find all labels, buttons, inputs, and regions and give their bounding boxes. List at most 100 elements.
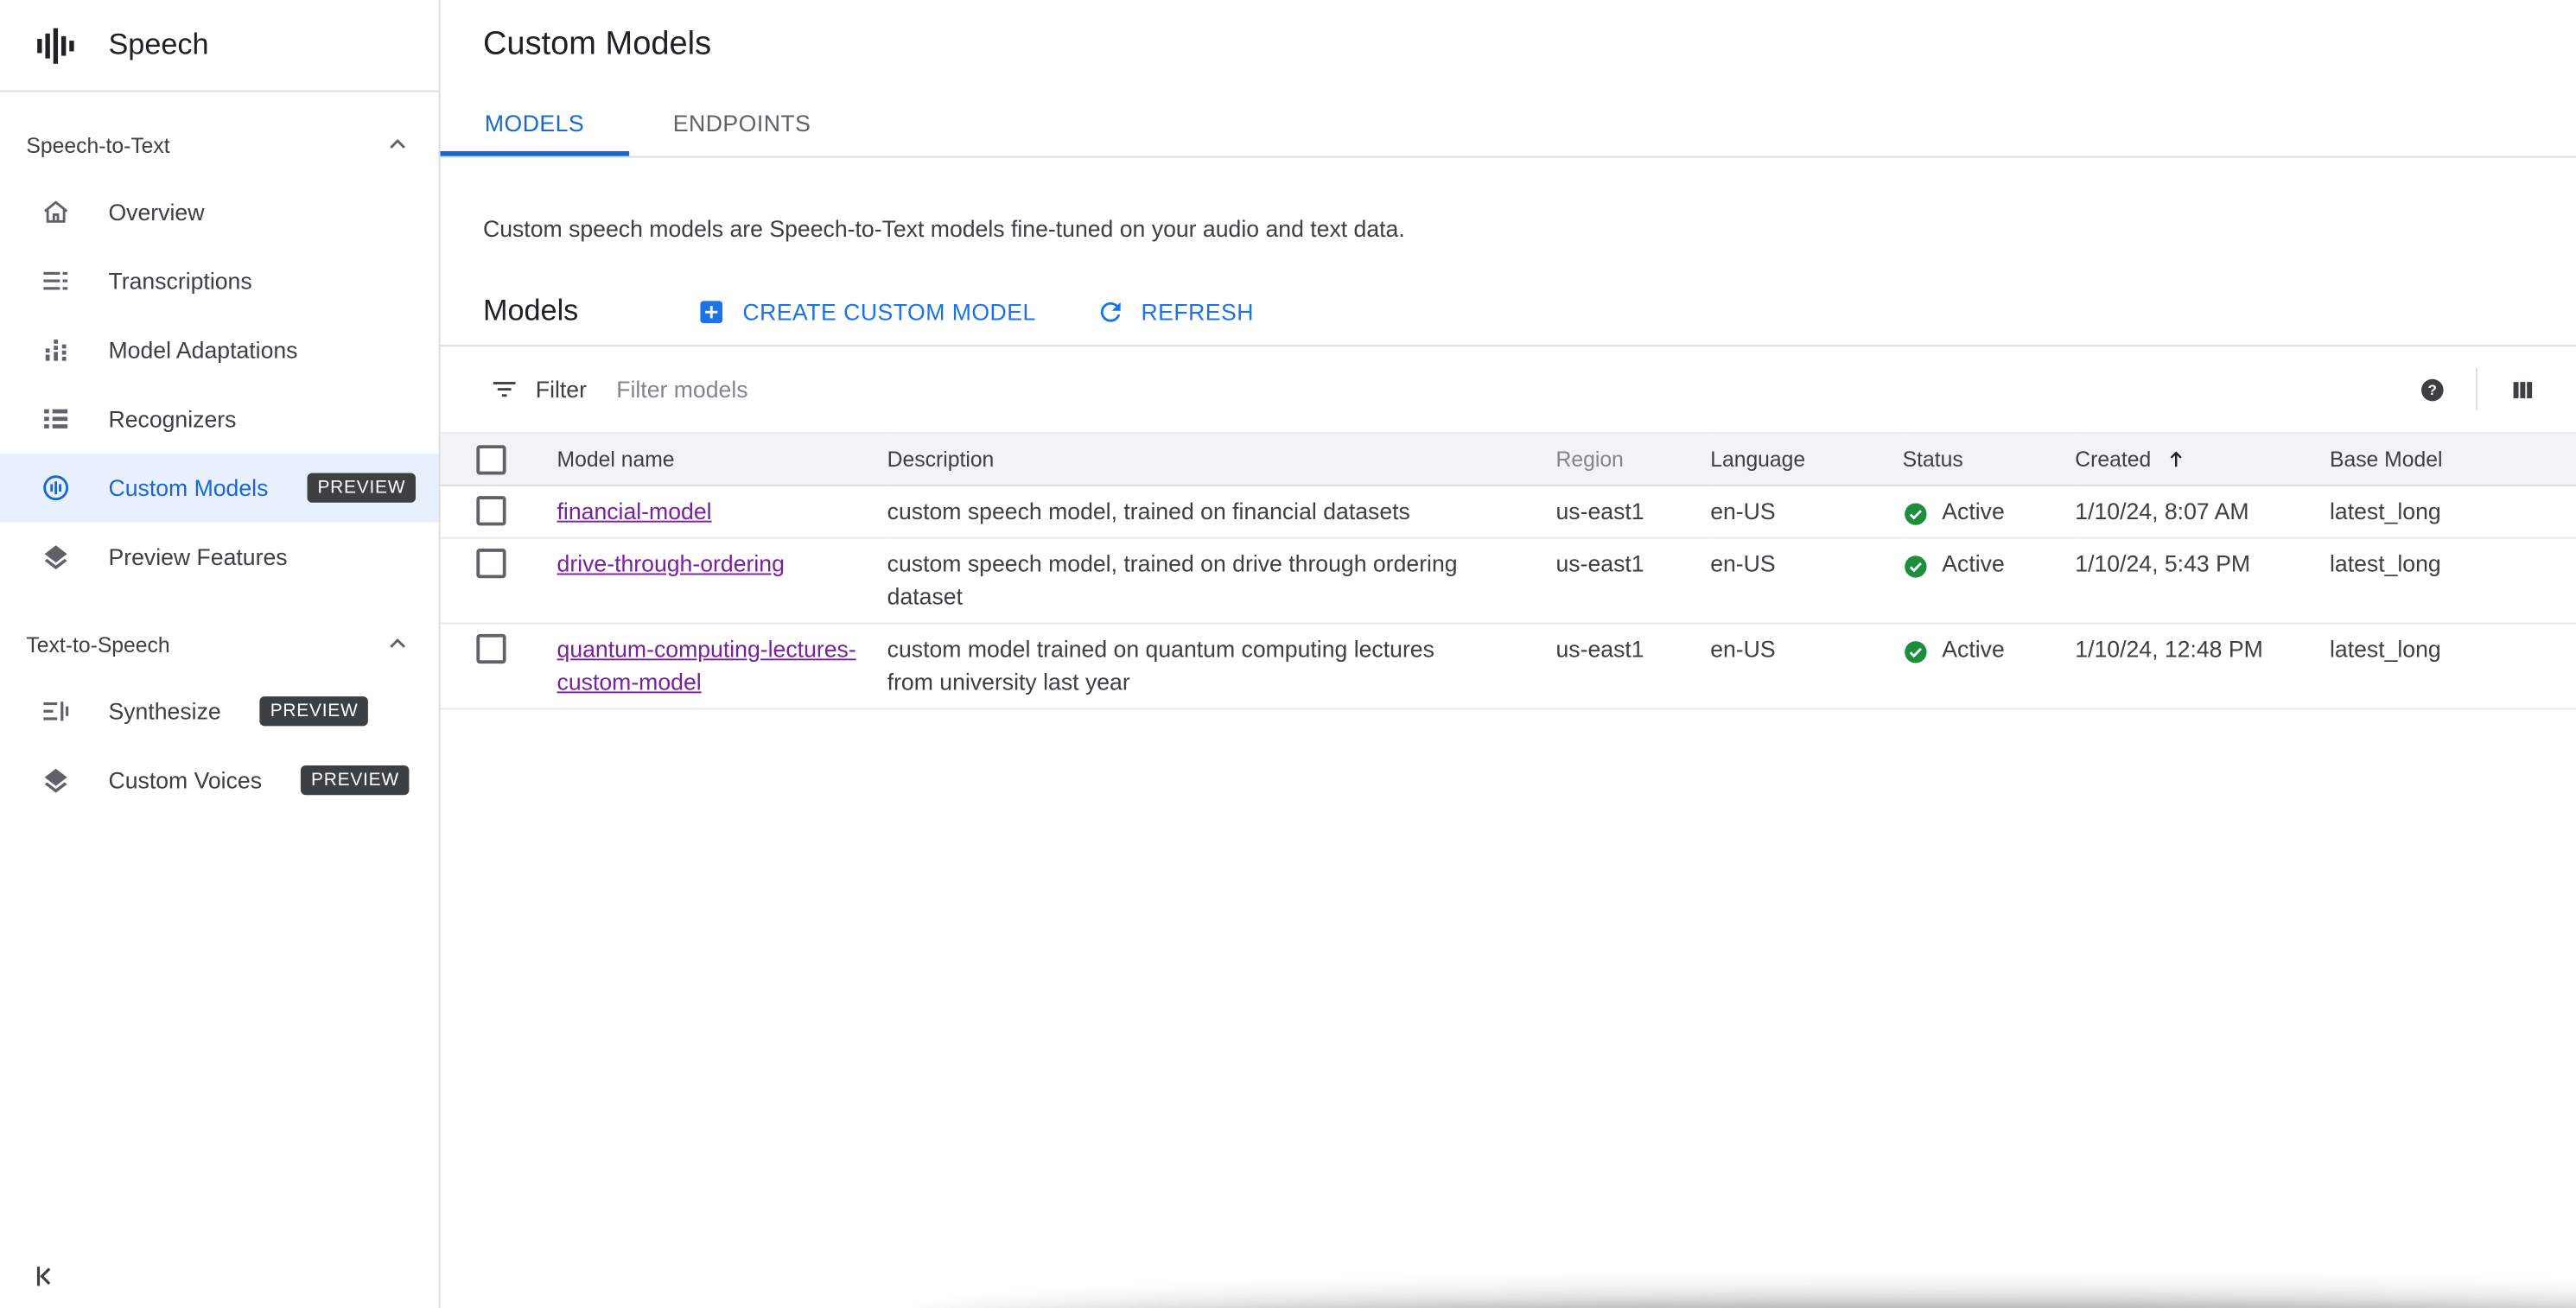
model-base-model: latest_long <box>2329 485 2576 539</box>
sidebar-item-custom-models[interactable]: Custom Models PREVIEW <box>0 453 439 523</box>
sidebar-item-label: Model Adaptations <box>108 336 298 364</box>
model-description: custom model trained on quantum computin… <box>887 623 1556 710</box>
filter-button[interactable]: Filter <box>490 374 587 403</box>
speech-console-app: Speech Speech-to-Text Overview Transcrip… <box>0 0 2576 1308</box>
tab-models[interactable]: MODELS <box>440 89 629 156</box>
check-circle-icon <box>1903 636 1929 664</box>
model-name-link[interactable]: drive-through-ordering <box>557 550 785 576</box>
status-label: Active <box>1942 635 2005 663</box>
column-header-region[interactable]: Region <box>1555 432 1711 486</box>
sidebar-item-model-adaptations[interactable]: Model Adaptations <box>0 315 439 384</box>
create-button-label: CREATE CUSTOM MODEL <box>742 298 1036 325</box>
refresh-button-label: REFRESH <box>1141 298 1254 325</box>
synthesize-icon <box>40 695 73 727</box>
sidebar-section-text-to-speech: Text-to-Speech Synthesize PREVIEW Custom… <box>0 611 439 815</box>
refresh-icon <box>1095 296 1124 326</box>
check-circle-icon <box>1903 550 1929 578</box>
help-icon: ? <box>2418 375 2446 403</box>
column-chooser-icon <box>2508 375 2535 403</box>
column-header-base-model[interactable]: Base Model <box>2329 432 2576 486</box>
models-toolbar: Models CREATE CUSTOM MODEL REFRESH <box>483 294 2534 328</box>
collapse-panel-icon <box>29 1260 62 1292</box>
column-header-language[interactable]: Language <box>1710 432 1903 486</box>
model-base-model: latest_long <box>2329 537 2576 625</box>
row-checkbox[interactable] <box>476 496 506 526</box>
model-description: custom speech model, trained on drive th… <box>887 537 1556 625</box>
collapse-sidebar-button[interactable] <box>23 1254 69 1299</box>
created-header-label: Created <box>2075 447 2152 472</box>
model-name-link[interactable]: financial-model <box>557 498 712 524</box>
sort-ascending-icon <box>2164 447 2189 472</box>
status-label: Active <box>1942 498 2005 524</box>
row-checkbox[interactable] <box>476 549 506 579</box>
preview-badge: PREVIEW <box>260 696 368 727</box>
section-header-text-to-speech[interactable]: Text-to-Speech <box>0 611 439 676</box>
model-description: custom speech model, trained on financia… <box>887 485 1556 539</box>
app-title: Speech <box>108 28 209 61</box>
column-chooser-button[interactable] <box>2497 365 2547 414</box>
sidebar-header: Speech <box>0 0 439 92</box>
chevron-up-icon <box>383 629 412 658</box>
add-box-icon <box>696 296 726 326</box>
status-badge: Active <box>1903 547 2049 580</box>
table-row: drive-through-ordering custom speech mod… <box>440 537 2576 625</box>
layers-icon <box>40 764 73 797</box>
table-row: quantum-computing-lectures-custom-model … <box>440 623 2576 710</box>
page-title: Custom Models <box>482 25 712 62</box>
check-circle-icon <box>1903 498 1929 525</box>
model-region: us-east1 <box>1555 485 1711 539</box>
status-badge: Active <box>1903 632 2049 665</box>
svg-text:?: ? <box>2427 381 2436 397</box>
help-button[interactable]: ? <box>2407 365 2456 414</box>
table-row: financial-model custom speech model, tra… <box>440 485 2576 539</box>
models-table-section: Filter ? <box>440 345 2576 710</box>
custom-models-icon <box>40 472 73 505</box>
filter-input[interactable] <box>616 376 2407 403</box>
models-heading: Models <box>482 294 579 327</box>
column-header-created[interactable]: Created <box>2075 432 2330 486</box>
sidebar-section-speech-to-text: Speech-to-Text Overview Transcriptions M… <box>0 111 439 591</box>
model-language: en-US <box>1710 485 1903 539</box>
refresh-button[interactable]: REFRESH <box>1095 296 1254 326</box>
sidebar-item-custom-voices[interactable]: Custom Voices PREVIEW <box>0 746 439 815</box>
column-header-model-name[interactable]: Model name <box>557 432 887 486</box>
tab-bar: MODELS ENDPOINTS <box>440 89 2576 158</box>
toolbar-divider <box>2476 367 2478 411</box>
create-custom-model-button[interactable]: CREATE CUSTOM MODEL <box>696 296 1036 326</box>
sidebar-item-label: Recognizers <box>108 405 237 433</box>
speech-equalizer-icon <box>33 24 75 67</box>
table-body: financial-model custom speech model, tra… <box>440 485 2576 710</box>
sidebar-item-synthesize[interactable]: Synthesize PREVIEW <box>0 676 439 746</box>
sidebar-item-preview-features[interactable]: Preview Features <box>0 523 439 592</box>
sidebar-item-recognizers[interactable]: Recognizers <box>0 384 439 454</box>
model-name-link[interactable]: quantum-computing-lectures-custom-model <box>557 636 856 695</box>
transcriptions-icon <box>40 264 73 297</box>
status-badge: Active <box>1903 494 2049 527</box>
sidebar-item-overview[interactable]: Overview <box>0 177 439 246</box>
preview-badge: PREVIEW <box>308 473 416 503</box>
model-language: en-US <box>1710 623 1903 710</box>
page-header: Custom Models <box>441 0 2576 89</box>
model-region: us-east1 <box>1555 537 1711 625</box>
home-icon <box>40 195 73 228</box>
model-created: 1/10/24, 5:43 PM <box>2075 537 2330 625</box>
column-header-description[interactable]: Description <box>887 432 1556 486</box>
filter-row: Filter ? <box>441 346 2576 432</box>
models-table: Model name Description Region Language S… <box>440 432 2576 710</box>
content-intro: Custom speech models are Speech-to-Text … <box>441 158 2576 346</box>
select-all-checkbox[interactable] <box>476 445 506 475</box>
main-content: Custom Models MODELS ENDPOINTS Custom sp… <box>440 0 2576 1308</box>
status-label: Active <box>1942 549 2005 577</box>
recognizers-icon <box>40 403 73 435</box>
column-header-status[interactable]: Status <box>1902 432 2076 486</box>
model-created: 1/10/24, 12:48 PM <box>2075 623 2330 710</box>
sidebar-item-transcriptions[interactable]: Transcriptions <box>0 246 439 315</box>
filter-icon <box>490 374 519 403</box>
row-checkbox[interactable] <box>476 633 506 664</box>
table-header: Model name Description Region Language S… <box>440 432 2576 486</box>
model-region: us-east1 <box>1555 623 1711 710</box>
preview-badge: PREVIEW <box>301 765 410 796</box>
section-label: Text-to-Speech <box>26 632 170 657</box>
tab-endpoints[interactable]: ENDPOINTS <box>628 89 855 156</box>
section-header-speech-to-text[interactable]: Speech-to-Text <box>0 111 439 177</box>
